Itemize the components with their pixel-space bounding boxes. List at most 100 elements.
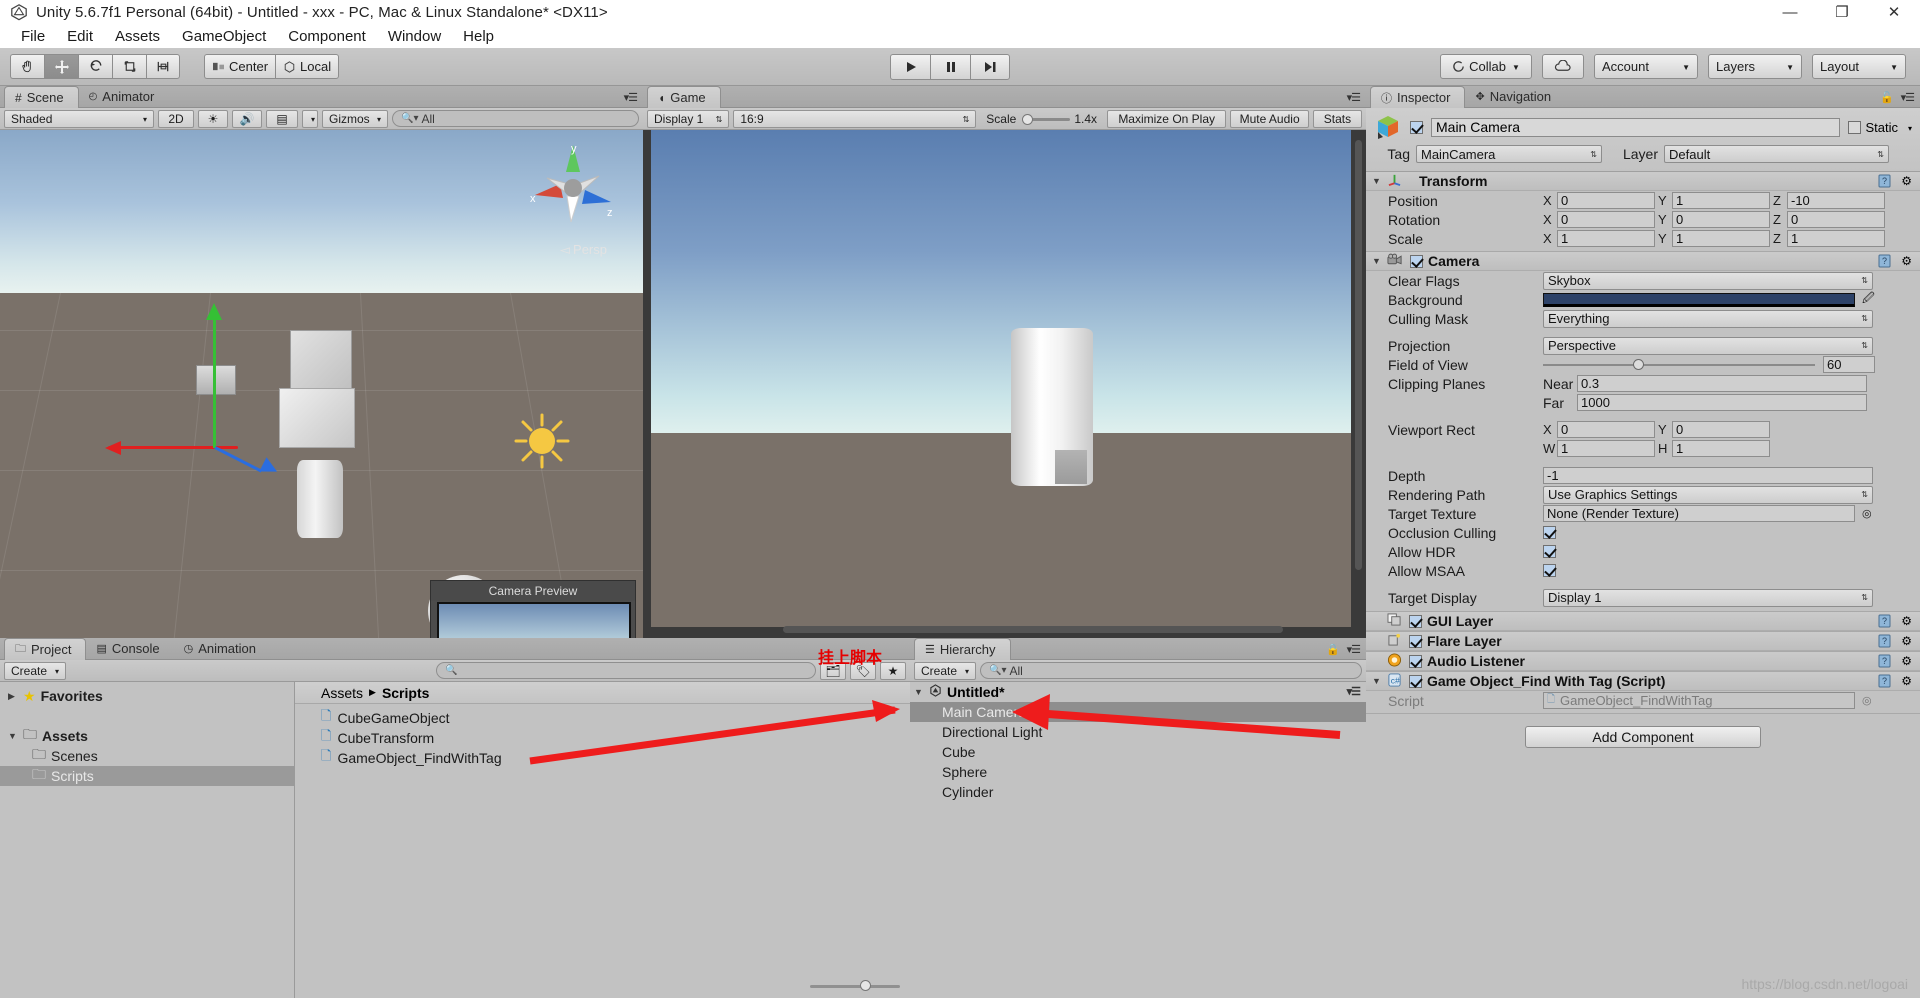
- stats-button[interactable]: Stats: [1312, 109, 1362, 128]
- hierarchy-search-input[interactable]: 🔍▾ All: [980, 662, 1362, 679]
- gear-icon[interactable]: ⚙: [1901, 174, 1912, 188]
- close-button[interactable]: ✕: [1868, 0, 1920, 24]
- far-field[interactable]: 1000: [1577, 394, 1867, 411]
- hierarchy-item-directional-light[interactable]: Directional Light: [910, 722, 1366, 742]
- hierarchy-item-sphere[interactable]: Sphere: [910, 762, 1366, 782]
- viewport-w-field[interactable]: 1: [1557, 440, 1655, 457]
- game-horizontal-scrollbar[interactable]: [783, 626, 1283, 633]
- menu-window[interactable]: Window: [377, 26, 452, 47]
- menu-assets[interactable]: Assets: [104, 26, 171, 47]
- depth-field[interactable]: -1: [1543, 467, 1873, 484]
- menu-file[interactable]: File: [10, 26, 56, 47]
- tree-item-scenes[interactable]: 🗀 Scenes: [0, 746, 294, 766]
- asset-item[interactable]: 🗋 CubeTransform: [295, 728, 910, 748]
- gear-icon[interactable]: ⚙: [1901, 674, 1912, 688]
- help-icon[interactable]: ?: [1878, 614, 1892, 628]
- scene-cylinder-object[interactable]: [297, 460, 343, 538]
- gear-icon[interactable]: ⚙: [1901, 634, 1912, 648]
- hierarchy-create-button[interactable]: Create ▾: [914, 661, 976, 680]
- help-icon[interactable]: ?: [1878, 254, 1892, 268]
- audio-listener-enabled-checkbox[interactable]: [1409, 654, 1422, 668]
- position-y-field[interactable]: 1: [1672, 192, 1770, 209]
- hierarchy-scene-row[interactable]: ▼ Untitled* ▾☰: [910, 682, 1366, 702]
- tab-animator[interactable]: ◴ Animator: [79, 85, 169, 107]
- rotate-tool-icon[interactable]: [78, 54, 112, 79]
- scene-fx-icon[interactable]: ▤: [266, 109, 298, 128]
- menu-help[interactable]: Help: [452, 26, 505, 47]
- fov-value-field[interactable]: 60: [1823, 356, 1875, 373]
- tree-item-assets[interactable]: ▼ 🗀 Assets: [0, 726, 294, 746]
- pivot-mode-button[interactable]: Center: [204, 54, 276, 79]
- tab-scene[interactable]: # Scene: [4, 86, 79, 108]
- project-search-input[interactable]: 🔍: [436, 662, 816, 679]
- help-icon[interactable]: ?: [1878, 654, 1892, 668]
- tab-inspector[interactable]: ⓘ Inspector: [1370, 86, 1466, 108]
- tree-item-favorites[interactable]: ▶ ★ Favorites: [0, 686, 294, 706]
- gear-icon[interactable]: ⚙: [1901, 254, 1912, 268]
- rotation-y-field[interactable]: 0: [1672, 211, 1770, 228]
- project-create-button[interactable]: Create ▾: [4, 661, 66, 680]
- lock-icon[interactable]: 🔒: [1326, 643, 1340, 656]
- shading-mode-dropdown[interactable]: Shaded ▾: [4, 109, 154, 128]
- allow-msaa-checkbox[interactable]: [1543, 564, 1556, 577]
- move-tool-icon[interactable]: [44, 54, 78, 79]
- object-picker-icon[interactable]: ◎: [1862, 507, 1872, 520]
- help-icon[interactable]: ?: [1878, 174, 1892, 188]
- allow-hdr-checkbox[interactable]: [1543, 545, 1556, 558]
- breadcrumb-assets[interactable]: Assets: [321, 685, 363, 701]
- game-vertical-scrollbar[interactable]: [1355, 140, 1362, 570]
- gear-icon[interactable]: ⚙: [1901, 654, 1912, 668]
- tab-animation[interactable]: ◷ Animation: [174, 637, 270, 659]
- toggle-2d-button[interactable]: 2D: [158, 109, 194, 128]
- transform-header[interactable]: ▼ Transform ? ⚙: [1366, 172, 1920, 191]
- inspector-panel-menu-icon[interactable]: ▾☰: [1901, 91, 1915, 104]
- aspect-ratio-dropdown[interactable]: 16:9 ⇅: [733, 109, 977, 128]
- game-viewport[interactable]: [643, 130, 1366, 638]
- position-x-field[interactable]: 0: [1557, 192, 1655, 209]
- cloud-button[interactable]: [1542, 54, 1584, 79]
- flare-layer-header[interactable]: Flare Layer ? ⚙: [1366, 632, 1920, 651]
- layers-button[interactable]: Layers ▼: [1708, 54, 1802, 79]
- lock-icon[interactable]: 🔓: [1880, 91, 1894, 104]
- step-button[interactable]: [970, 53, 1010, 80]
- help-icon[interactable]: ?: [1878, 674, 1892, 688]
- hierarchy-item-cylinder[interactable]: Cylinder: [910, 782, 1366, 802]
- chevron-down-icon[interactable]: ▼: [914, 687, 924, 697]
- scene-cube-object-2[interactable]: [279, 388, 355, 448]
- gear-icon[interactable]: ⚙: [1901, 614, 1912, 628]
- script-enabled-checkbox[interactable]: [1409, 674, 1422, 688]
- viewport-y-field[interactable]: 0: [1672, 421, 1770, 438]
- eyedropper-icon[interactable]: 🖉: [1862, 289, 1875, 310]
- camera-header[interactable]: ▼ Camera ? ⚙: [1366, 252, 1920, 271]
- static-toggle-group[interactable]: Static ▾: [1848, 120, 1912, 135]
- script-component-header[interactable]: ▼ c# Game Object_Find With Tag (Script) …: [1366, 672, 1920, 691]
- maximize-on-play-button[interactable]: Maximize On Play: [1107, 109, 1227, 128]
- breadcrumb-scripts[interactable]: Scripts: [382, 685, 429, 701]
- scene-lighting-icon[interactable]: ☀: [198, 109, 228, 128]
- tab-navigation[interactable]: ✥ Navigation: [1465, 85, 1565, 107]
- culling-mask-dropdown[interactable]: Everything ⇅: [1543, 309, 1873, 328]
- scene-panel-menu-icon[interactable]: ▾☰: [624, 91, 638, 104]
- clear-flags-dropdown[interactable]: Skybox ⇅: [1543, 271, 1873, 290]
- near-field[interactable]: 0.3: [1577, 375, 1867, 392]
- play-button[interactable]: [890, 53, 930, 80]
- maximize-button[interactable]: ❐: [1816, 0, 1868, 24]
- chevron-down-icon[interactable]: ▼: [8, 731, 18, 741]
- menu-edit[interactable]: Edit: [56, 26, 104, 47]
- target-texture-field[interactable]: None (Render Texture): [1543, 505, 1855, 522]
- object-active-checkbox[interactable]: [1410, 120, 1423, 134]
- space-mode-button[interactable]: Local: [275, 54, 340, 79]
- chevron-down-icon[interactable]: ▼: [1372, 676, 1382, 686]
- static-checkbox[interactable]: [1848, 120, 1862, 134]
- scale-y-field[interactable]: 1: [1672, 230, 1770, 247]
- occlusion-culling-checkbox[interactable]: [1543, 526, 1556, 539]
- layer-dropdown[interactable]: Default ⇅: [1664, 145, 1889, 163]
- scene-context-menu-icon[interactable]: ▾☰: [1347, 685, 1361, 698]
- rotation-z-field[interactable]: 0: [1787, 211, 1885, 228]
- display-dropdown[interactable]: Display 1 ⇅: [647, 109, 730, 128]
- tab-game[interactable]: ◖ Game: [647, 86, 721, 108]
- hierarchy-panel-menu-icon[interactable]: ▾☰: [1347, 643, 1361, 656]
- pause-button[interactable]: [930, 53, 970, 80]
- chevron-right-icon[interactable]: ▶: [8, 691, 18, 702]
- flare-layer-enabled-checkbox[interactable]: [1409, 634, 1422, 648]
